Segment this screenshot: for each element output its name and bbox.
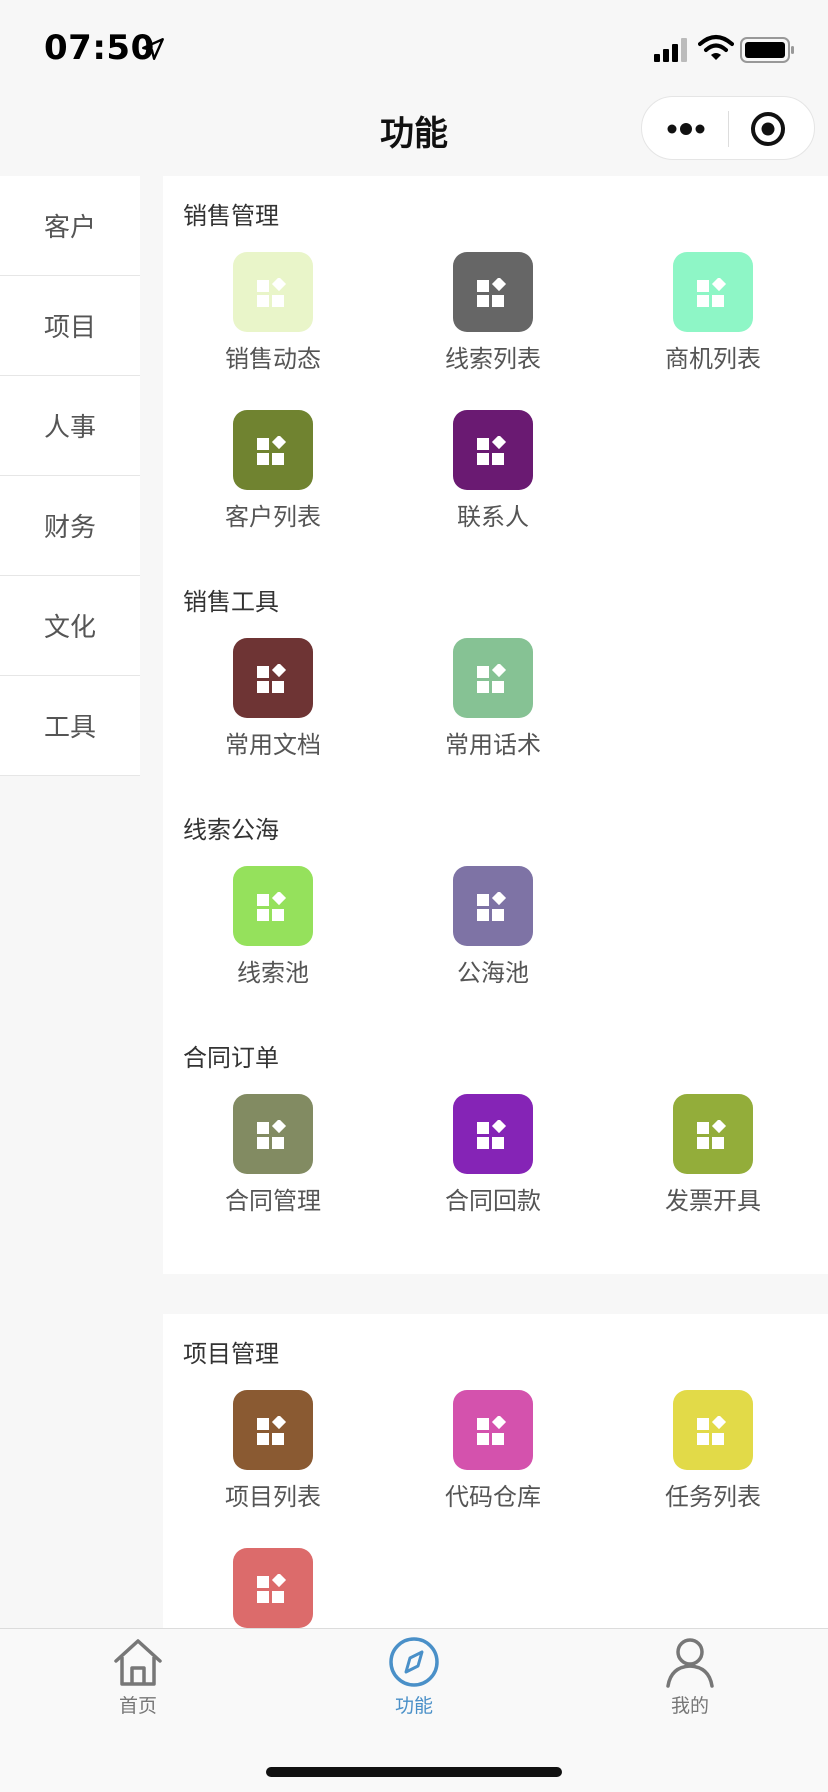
function-item[interactable]: 线索列表 [383, 252, 603, 410]
function-item-label: 商机列表 [665, 345, 761, 373]
sidebar-item[interactable]: 客户 [0, 176, 140, 276]
function-item[interactable]: 合同回款 [383, 1094, 603, 1252]
apps-icon [233, 1094, 313, 1174]
capsule-divider [728, 111, 729, 147]
function-item-label: 项目列表 [225, 1483, 321, 1511]
function-grid: 常用文档 常用话术 [163, 622, 828, 796]
function-item[interactable] [163, 1548, 383, 1628]
section-title: 线索公海 [183, 816, 279, 844]
function-item-label: 合同回款 [445, 1187, 541, 1215]
section-title: 项目管理 [183, 1340, 279, 1368]
home-indicator [266, 1767, 562, 1777]
apps-icon [453, 866, 533, 946]
function-item[interactable]: 代码仓库 [383, 1390, 603, 1548]
function-grid: 线索池 公海池 [163, 850, 828, 1024]
function-item[interactable]: 项目列表 [163, 1390, 383, 1548]
function-item-label: 客户列表 [225, 503, 321, 531]
tab-functions[interactable]: 功能 [344, 1635, 484, 1725]
wifi-icon [698, 35, 734, 60]
function-item[interactable]: 联系人 [383, 410, 603, 568]
sidebar-item[interactable]: 文化 [0, 576, 140, 676]
sidebar-item[interactable]: 财务 [0, 476, 140, 576]
apps-icon [453, 1390, 533, 1470]
function-item[interactable]: 发票开具 [603, 1094, 823, 1252]
tab-home[interactable]: 首页 [68, 1635, 208, 1725]
apps-icon [673, 252, 753, 332]
function-item-label: 线索列表 [445, 345, 541, 373]
function-item[interactable]: 客户列表 [163, 410, 383, 568]
tab-mine-label: 我的 [670, 1695, 709, 1717]
status-bar: 07:50 [0, 0, 828, 92]
apps-icon [233, 866, 313, 946]
section-title: 合同订单 [183, 1044, 279, 1072]
function-item[interactable]: 合同管理 [163, 1094, 383, 1252]
status-time: 07:50 [44, 28, 155, 68]
mini-program-capsule [641, 96, 815, 160]
section-title: 销售工具 [183, 588, 279, 616]
function-item[interactable]: 销售动态 [163, 252, 383, 410]
sidebar-item[interactable]: 项目 [0, 276, 140, 376]
function-item-label: 常用文档 [225, 731, 321, 759]
compass-icon [389, 1637, 439, 1687]
function-item[interactable]: 常用文档 [163, 638, 383, 796]
function-content: 销售管理 销售动态 线索列表 商机列表 客户列表 联系人 销售工具 常用文档 常用话术 线索公海线… [163, 176, 828, 1628]
more-options-icon[interactable] [656, 109, 716, 149]
tab-bar: 首页 功能 我的 [0, 1628, 828, 1792]
sidebar-item[interactable]: 人事 [0, 376, 140, 476]
apps-icon [233, 1390, 313, 1470]
function-item-label: 公海池 [457, 959, 529, 987]
function-item-label: 合同管理 [225, 1187, 321, 1215]
cellular-signal-icon [654, 38, 687, 62]
apps-icon [673, 1094, 753, 1174]
tab-mine[interactable]: 我的 [620, 1635, 760, 1725]
function-item-label: 联系人 [457, 503, 529, 531]
function-item[interactable]: 公海池 [383, 866, 603, 1024]
apps-icon [453, 638, 533, 718]
section-title: 销售管理 [183, 202, 279, 230]
function-item-label: 常用话术 [445, 731, 541, 759]
function-item-label: 任务列表 [665, 1483, 761, 1511]
function-item-label: 线索池 [237, 959, 309, 987]
function-item-label: 代码仓库 [445, 1483, 541, 1511]
apps-icon [233, 1548, 313, 1628]
function-item[interactable]: 线索池 [163, 866, 383, 1024]
function-item[interactable]: 商机列表 [603, 252, 823, 410]
apps-icon [233, 252, 313, 332]
function-grid: 销售动态 线索列表 商机列表客户列表 联系人 [163, 236, 828, 568]
close-mini-program-icon[interactable] [748, 109, 788, 149]
function-item-label: 发票开具 [665, 1187, 761, 1215]
apps-icon [453, 410, 533, 490]
apps-icon [233, 638, 313, 718]
apps-icon [673, 1390, 753, 1470]
apps-icon [453, 1094, 533, 1174]
user-icon [666, 1638, 714, 1688]
tab-functions-label: 功能 [394, 1695, 433, 1717]
location-arrow-icon [142, 38, 164, 60]
function-panel: 销售管理 销售动态 线索列表 商机列表 客户列表 联系人 销售工具 常用文档 常用话术 线索公海线… [163, 176, 828, 1274]
nav-bar: 功能 [0, 92, 828, 176]
function-item[interactable]: 任务列表 [603, 1390, 823, 1548]
function-grid: 项目列表 代码仓库 任务列表 [163, 1374, 828, 1628]
home-icon [114, 1639, 162, 1686]
apps-icon [453, 252, 533, 332]
battery-icon [740, 37, 794, 63]
tab-home-label: 首页 [118, 1695, 157, 1717]
apps-icon [233, 410, 313, 490]
category-sidebar: 客户 项目 人事 财务 文化 工具 [0, 176, 140, 1628]
sidebar-item[interactable]: 工具 [0, 676, 140, 776]
function-item[interactable]: 常用话术 [383, 638, 603, 796]
function-panel: 项目管理项目列表 代码仓库 任务列表 [163, 1314, 828, 1628]
function-grid: 合同管理 合同回款 发票开具 [163, 1078, 828, 1252]
function-item-label: 销售动态 [225, 345, 321, 373]
